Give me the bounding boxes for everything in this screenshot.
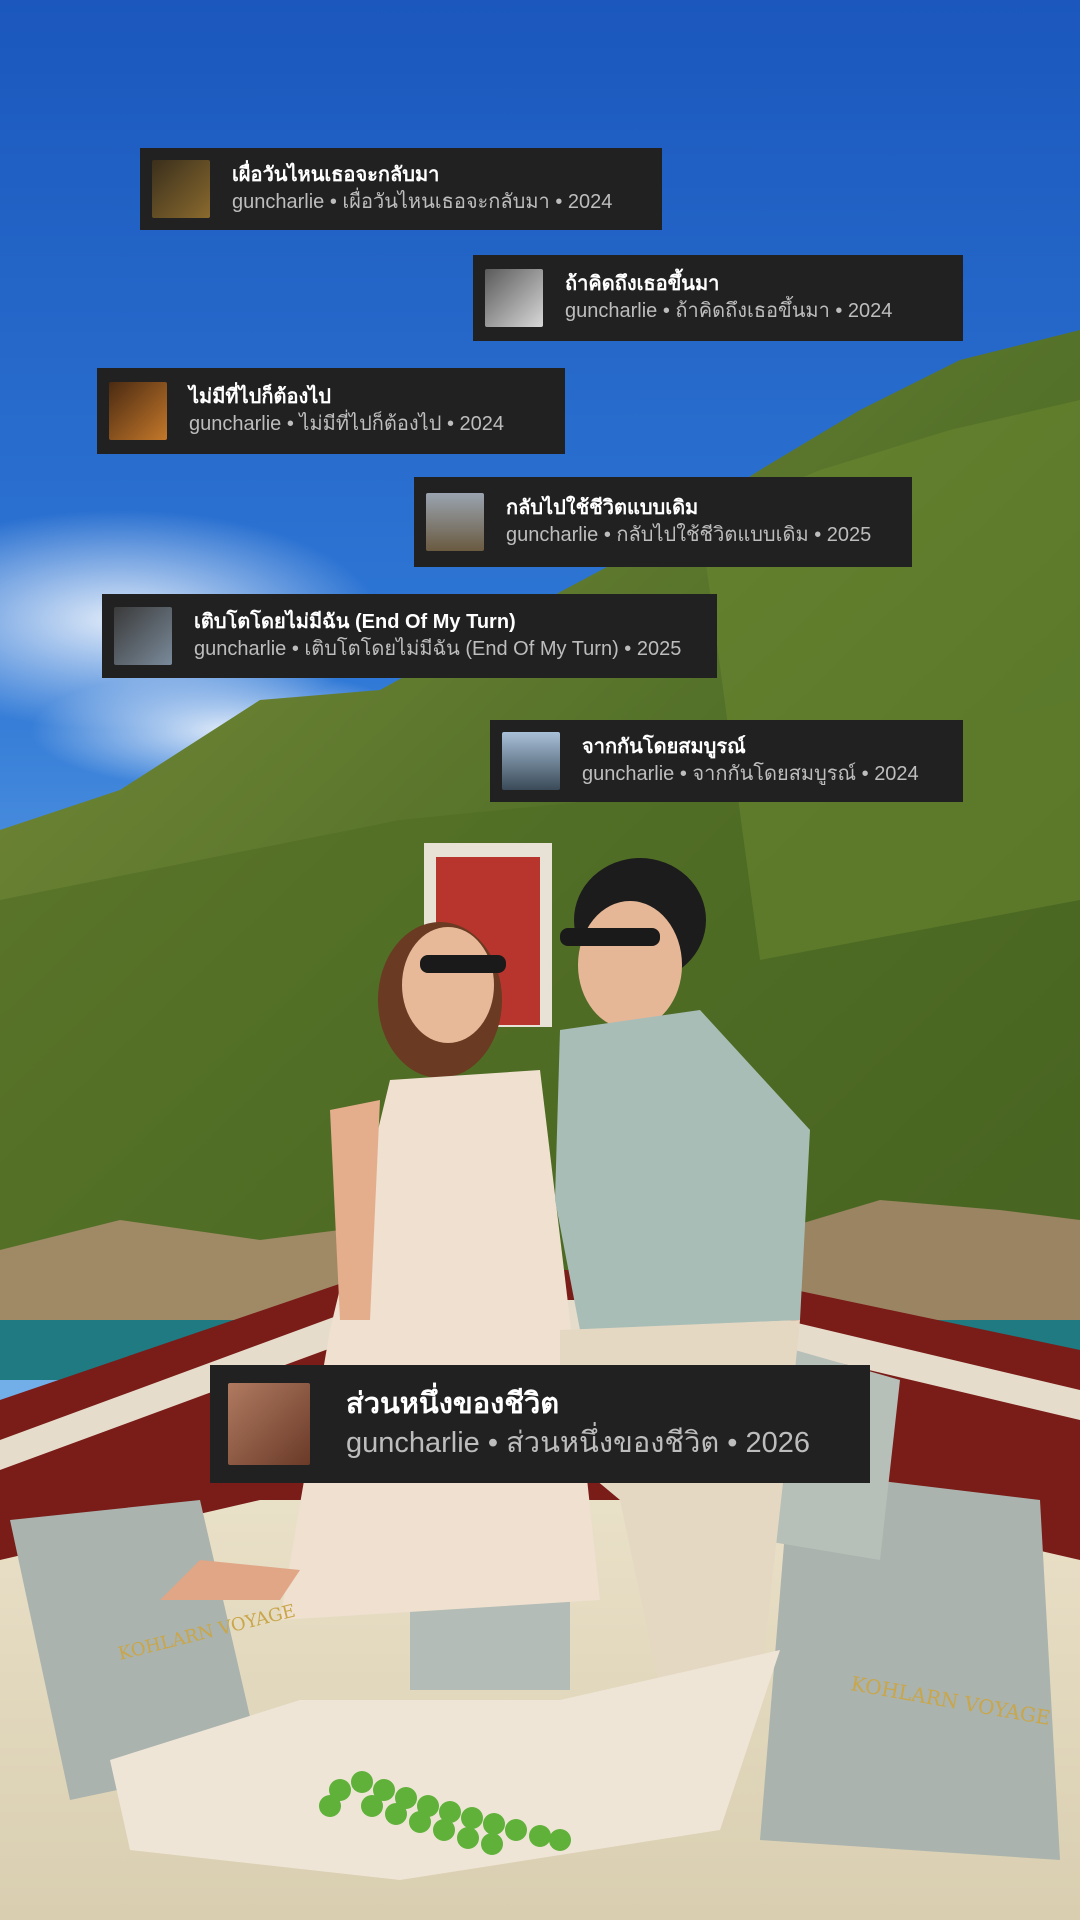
song-title: เติบโตโดยไม่มีฉัน (End Of My Turn) [194, 611, 516, 633]
song-title: จากกันโดยสมบูรณ์ [582, 736, 746, 758]
song-card-1[interactable]: เผื่อวันไหนเธอจะกลับมา guncharlie • เผื่… [140, 148, 662, 230]
album-thumbnail [228, 1383, 310, 1465]
song-title: ถ้าคิดถึงเธอขึ้นมา [565, 273, 720, 295]
song-subtitle: guncharlie • จากกันโดยสมบูรณ์ • 2024 [582, 763, 919, 785]
song-title: กลับไปใช้ชีวิตแบบเดิม [506, 497, 699, 519]
song-title: ไม่มีที่ไปก็ต้องไป [189, 386, 331, 408]
song-subtitle: guncharlie • เผื่อวันไหนเธอจะกลับมา • 20… [232, 191, 613, 213]
song-card-5[interactable]: เติบโตโดยไม่มีฉัน (End Of My Turn) gunch… [102, 594, 717, 678]
song-title: ส่วนหนึ่งของชีวิต [346, 1388, 560, 1420]
album-thumbnail [109, 382, 167, 440]
album-thumbnail [426, 493, 484, 551]
song-subtitle: guncharlie • เติบโตโดยไม่มีฉัน (End Of M… [194, 638, 682, 660]
album-thumbnail [502, 732, 560, 790]
song-subtitle: guncharlie • กลับไปใช้ชีวิตแบบเดิม • 202… [506, 524, 872, 546]
album-thumbnail [485, 269, 543, 327]
song-subtitle: guncharlie • ส่วนหนึ่งของชีวิต • 2026 [346, 1427, 810, 1459]
featured-song-card[interactable]: ส่วนหนึ่งของชีวิต guncharlie • ส่วนหนึ่ง… [210, 1365, 870, 1483]
song-card-6[interactable]: จากกันโดยสมบูรณ์ guncharlie • จากกันโดยส… [490, 720, 963, 802]
song-subtitle: guncharlie • ไม่มีที่ไปก็ต้องไป • 2024 [189, 413, 504, 435]
album-thumbnail [114, 607, 172, 665]
album-thumbnail [152, 160, 210, 218]
song-card-2[interactable]: ถ้าคิดถึงเธอขึ้นมา guncharlie • ถ้าคิดถึ… [473, 255, 963, 341]
song-card-3[interactable]: ไม่มีที่ไปก็ต้องไป guncharlie • ไม่มีที่… [97, 368, 565, 454]
song-title: เผื่อวันไหนเธอจะกลับมา [232, 164, 440, 186]
song-subtitle: guncharlie • ถ้าคิดถึงเธอขึ้นมา • 2024 [565, 300, 893, 322]
song-card-4[interactable]: กลับไปใช้ชีวิตแบบเดิม guncharlie • กลับไ… [414, 477, 912, 567]
